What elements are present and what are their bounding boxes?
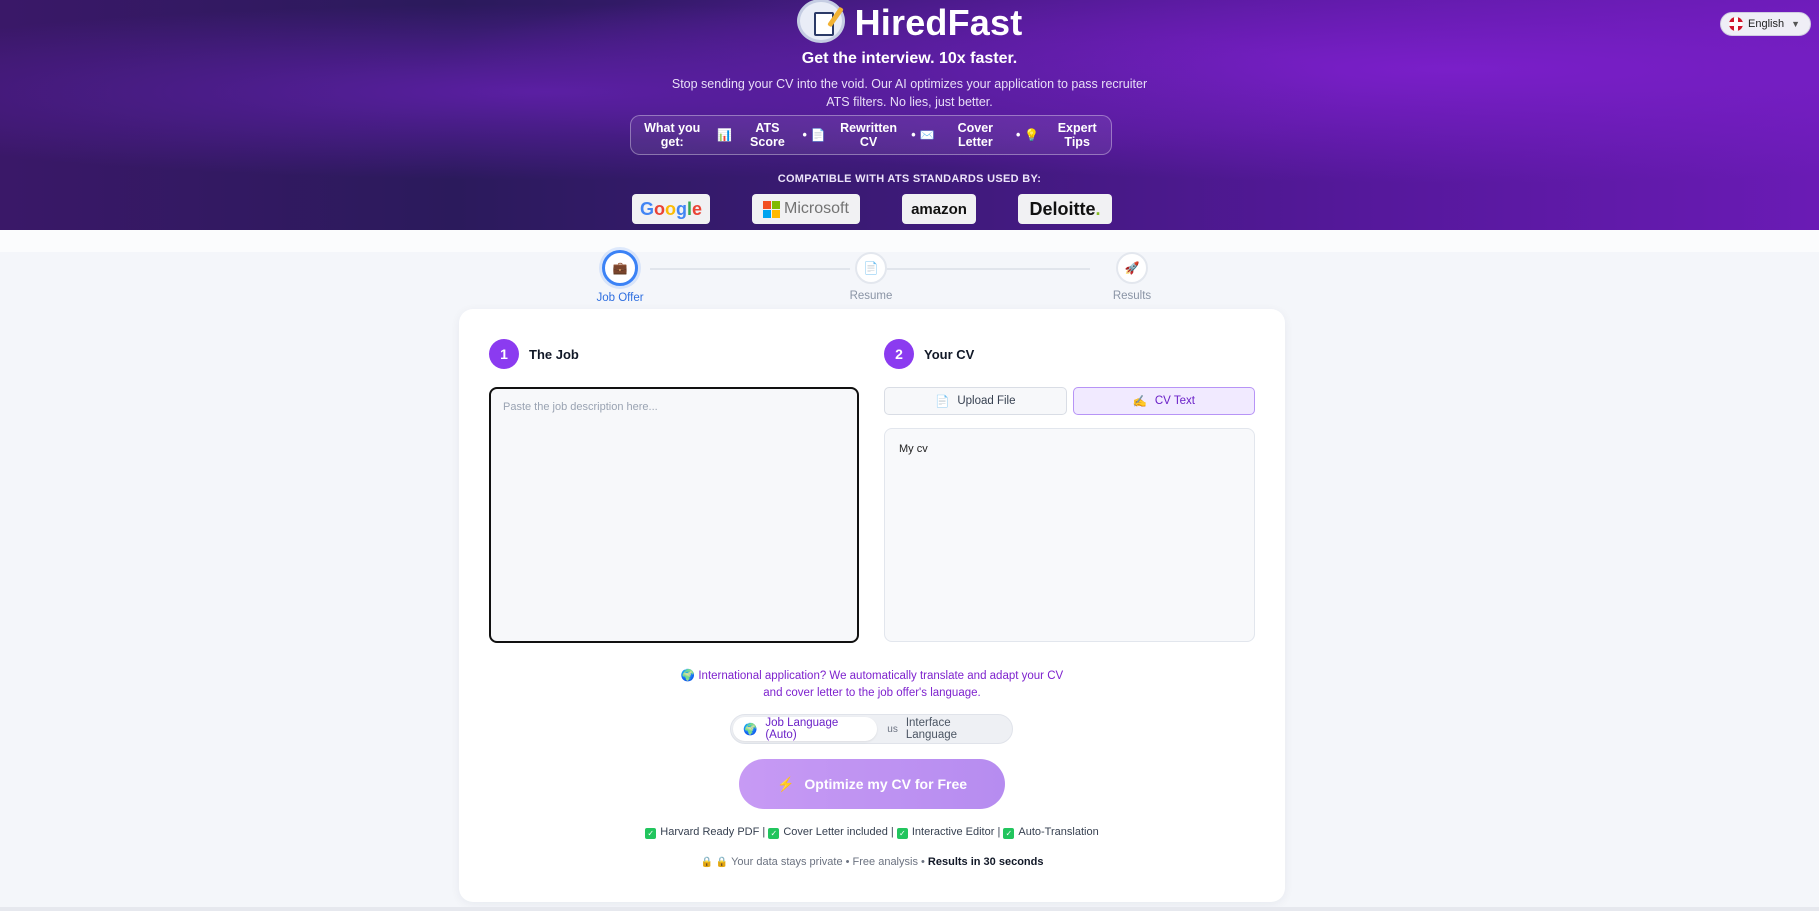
toggle-job-language[interactable]: 🌍 Job Language (Auto) [733,717,878,741]
chart-icon: 📊 [717,128,733,142]
language-label: English [1748,18,1785,30]
tagline: Get the interview. 10x faster. [801,50,1018,67]
language-selector[interactable]: English ▼ [1720,12,1811,36]
step-label: Resume [849,290,893,302]
cv-section-title: Your CV [924,346,975,362]
cv-section-header: 2 Your CV [884,339,974,369]
tab-upload-file[interactable]: 📄 Upload File [884,387,1067,415]
cta-label: Optimize my CV for Free [804,776,968,792]
chevron-down-icon: ▼ [1791,19,1800,29]
step-connector [650,268,850,270]
lightning-icon: ⚡ [776,775,795,792]
perk-item: Auto-Translation [1018,826,1099,838]
perk-item: Harvard Ready PDF [660,826,760,838]
checkmark-icon: ✓ [1003,828,1015,839]
job-section-header: 1 The Job [489,339,579,369]
feature-cover-letter: ✉️ Cover Letter • [919,121,1021,149]
hero-header: HiredFast Get the interview. 10x faster.… [0,0,1819,230]
feature-expert-tips: 💡 Expert Tips [1024,121,1111,149]
bottom-border [0,907,1819,911]
feature-label: Expert Tips [1057,121,1097,149]
document-icon: 📄 [855,252,887,284]
progress-stepper: 💼 Job Offer 📄 Resume 🚀 Results [580,250,1151,310]
document-icon: 📄 [935,396,950,408]
cv-input-tabs: 📄 Upload File ✍️ CV Text [884,387,1255,415]
main-card: 1 The Job 2 Your CV 📄 Upload File ✍️ CV … [459,309,1285,902]
job-section-title: The Job [529,346,579,362]
subtitle: Stop sending your CV into the void. Our … [671,77,1148,109]
globe-icon: 🌍 [743,724,758,736]
brand-name: HiredFast [854,2,1023,43]
tab-cv-text[interactable]: ✍️ CV Text [1072,387,1255,415]
checkmark-icon: ✓ [768,828,780,839]
document-icon: 📄 [810,128,826,142]
us-flag-icon: us [887,723,898,735]
lock-icon: 🔒 🔒 [700,857,729,868]
feature-label: Rewritten CV [840,121,898,149]
perk-item: Interactive Editor [911,826,995,838]
tab-label: Upload File [957,395,1016,407]
perks-list: ✓ Harvard Ready PDF | ✓ Cover Letter inclu… [459,826,1285,839]
toggle-label: Job Language (Auto) [765,717,839,741]
job-description-input[interactable] [489,387,859,643]
feature-label: Cover Letter [957,121,994,149]
step-number-badge: 2 [884,339,914,369]
privacy-note: 🔒 🔒 Your data stays private • Free analy… [459,856,1285,868]
company-logos: Google Microsoft amazon Deloitte. [0,194,1819,224]
perk-item: Cover Letter included [783,826,888,838]
microsoft-grid-icon [763,200,781,218]
features-box: What you get: 📊 ATS Score • 📄 Rewritten … [630,115,1112,155]
cv-text-input[interactable] [884,428,1255,642]
microsoft-logo: Microsoft [752,194,860,224]
deloitte-logo-text: Deloitte [1029,198,1096,219]
deloitte-logo: Deloitte. [1018,194,1112,224]
features-prefix: What you get: [644,121,701,149]
checkmark-icon: ✓ [645,828,657,839]
toggle-interface-language[interactable]: us Interface Language [877,717,1010,741]
microsoft-logo-text: Microsoft [784,200,849,217]
rocket-icon: 🚀 [1116,252,1148,284]
step-results[interactable]: 🚀 Results [1082,252,1182,302]
briefcase-icon: 💼 [602,250,638,286]
step-job-offer[interactable]: 💼 Job Offer [570,250,670,304]
step-label: Job Offer [596,292,644,304]
feature-label: ATS Score [750,121,785,149]
uk-flag-icon [1729,17,1743,31]
envelope-icon: ✉️ [919,128,935,142]
deloitte-dot: . [1095,198,1101,219]
step-resume[interactable]: 📄 Resume [821,252,921,302]
step-label: Results [1112,290,1152,302]
feature-rewritten-cv: 📄 Rewritten CV • [810,121,916,149]
step-number-badge: 1 [489,339,519,369]
checkmark-icon: ✓ [896,828,908,839]
lightbulb-icon: 💡 [1024,128,1040,142]
language-mode-toggle: 🌍 Job Language (Auto) us Interface Langu… [730,714,1013,744]
divider-band [0,230,1819,252]
optimize-cv-button[interactable]: ⚡ Optimize my CV for Free [739,759,1005,809]
privacy-strong: Results in 30 seconds [927,856,1044,868]
google-logo: Google [632,194,710,224]
tab-label: CV Text [1154,395,1195,407]
writing-hand-icon: ✍️ [1132,396,1147,408]
international-note: 🌍 International application? We automati… [459,668,1285,702]
privacy-text: Your data stays private • Free analysis … [731,856,925,868]
international-text: International application? We automatica… [698,670,1064,699]
brand: HiredFast [0,0,1819,46]
toggle-label: Interface Language [905,717,958,741]
feature-ats-score: 📊 ATS Score • [717,121,807,149]
globe-icon: 🌍 [680,670,696,682]
compat-label: COMPATIBLE WITH ATS STANDARDS USED BY: [777,173,1042,185]
amazon-logo: amazon [902,194,976,224]
brand-logo-icon [796,0,845,43]
